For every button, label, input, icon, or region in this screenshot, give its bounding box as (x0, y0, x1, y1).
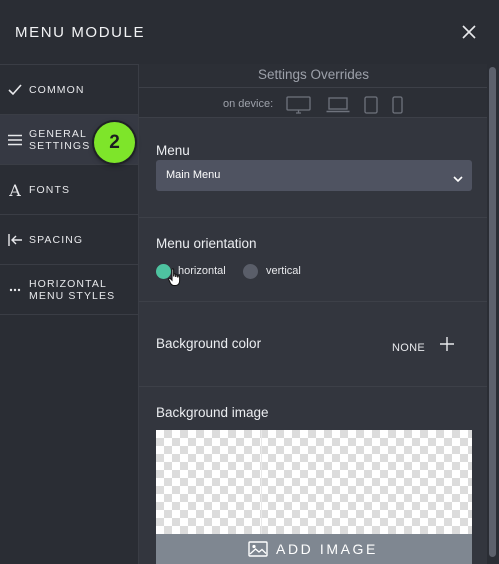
chevron-down-icon (453, 170, 463, 188)
sidebar-item-horizontal-menu-styles[interactable]: HORIZONTAL MENU STYLES (0, 265, 138, 315)
settings-panel: Settings Overrides on device: Menu Main … (138, 64, 488, 564)
check-icon (6, 65, 24, 115)
orientation-section: Menu orientation horizontal vertical (139, 218, 488, 302)
modal-header: MENU MODULE (0, 0, 499, 64)
laptop-icon[interactable] (326, 96, 350, 118)
sidebar-item-common[interactable]: COMMON (0, 65, 138, 115)
preview-divider (261, 430, 262, 536)
menu-section-title: Menu (156, 143, 190, 158)
desktop-icon[interactable] (286, 96, 311, 119)
phone-icon[interactable] (392, 96, 403, 119)
sidebar-item-label-line2: SETTINGS (29, 140, 91, 152)
device-label: on device: (223, 98, 274, 110)
arrow-left-bar-icon (6, 215, 24, 265)
add-image-label: ADD IMAGE (276, 541, 378, 557)
menu-section: Menu Main Menu (139, 118, 488, 218)
scrollbar-thumb[interactable] (489, 67, 496, 557)
settings-overrides-title: Settings Overrides (139, 64, 488, 88)
add-color-icon[interactable] (439, 336, 455, 352)
background-image-preview: ADD IMAGE (156, 430, 472, 564)
ellipsis-icon (6, 265, 24, 315)
menu-select-value: Main Menu (166, 169, 221, 181)
sidebar-item-label: FONTS (29, 184, 71, 196)
sidebar-item-label: SPACING (29, 234, 84, 246)
hand-cursor-icon (168, 268, 182, 292)
modal-title: MENU MODULE (15, 24, 146, 41)
add-image-button[interactable]: ADD IMAGE (156, 534, 472, 564)
radio-vertical-label: vertical (266, 265, 301, 277)
tablet-icon[interactable] (364, 96, 378, 119)
close-icon[interactable] (460, 23, 478, 41)
sidebar-item-spacing[interactable]: SPACING (0, 215, 138, 265)
background-image-title: Background image (156, 405, 269, 420)
radio-vertical[interactable] (243, 264, 258, 279)
background-color-value: NONE (392, 342, 425, 354)
orientation-section-title: Menu orientation (156, 236, 257, 251)
radio-horizontal-label: horizontal (178, 265, 226, 277)
background-color-section: Background color NONE (139, 302, 488, 387)
panel-scrollbar[interactable] (487, 64, 499, 564)
hamburger-icon (6, 115, 24, 165)
menu-select[interactable]: Main Menu (156, 160, 472, 191)
sidebar-item-fonts[interactable]: A FONTS (0, 165, 138, 215)
sidebar-item-label-line2: MENU STYLES (29, 290, 116, 302)
sidebar-item-label-line1: HORIZONTAL (29, 278, 107, 290)
font-icon: A (9, 180, 21, 200)
sidebar-item-label-line1: GENERAL (29, 128, 87, 140)
step-badge: 2 (94, 122, 135, 163)
sidebar-item-label: COMMON (29, 84, 85, 96)
background-color-title: Background color (156, 336, 262, 351)
image-icon (248, 541, 268, 562)
device-selector: on device: (139, 88, 488, 118)
